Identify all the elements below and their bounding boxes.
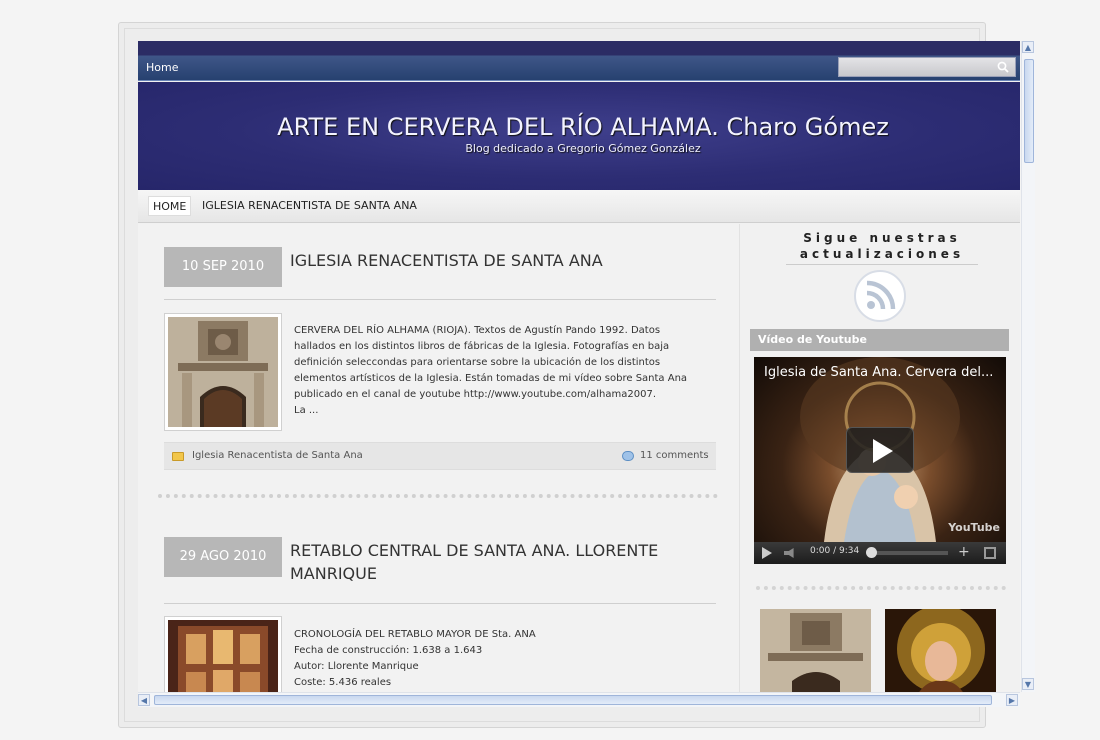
site-description: Blog dedicado a Gregorio Gómez González [465, 142, 701, 155]
play-icon[interactable] [762, 547, 772, 559]
divider [164, 603, 716, 604]
fullscreen-icon[interactable] [984, 547, 996, 559]
rss-icon [866, 280, 896, 310]
youtube-video-player[interactable]: Iglesia de Santa Ana. Cervera del... You… [754, 357, 1006, 564]
video-title[interactable]: Iglesia de Santa Ana. Cervera del... [764, 365, 993, 380]
post-date: 10 SEP 2010 [164, 247, 282, 287]
browser-viewport: Home ARTE EN CERVERA DEL RÍO ALHAMA. Cha… [138, 41, 1020, 692]
divider [164, 299, 716, 300]
sidebar-separator [756, 586, 1006, 590]
scroll-right-icon[interactable]: ▶ [1006, 694, 1018, 706]
post-comments-link[interactable]: 11 comments [640, 450, 709, 461]
search-icon[interactable] [997, 61, 1009, 73]
follow-updates-title: Sigue nuestras actualizaciones [799, 231, 965, 261]
post-category-link[interactable]: Iglesia Renacentista de Santa Ana [192, 450, 363, 461]
post: 29 AGO 2010 RETABLO CENTRAL DE SANTA ANA… [164, 537, 716, 692]
main-column: 10 SEP 2010 IGLESIA RENACENTISTA DE SANT… [138, 224, 740, 692]
scroll-left-icon[interactable]: ◀ [138, 694, 150, 706]
post-excerpt: CRONOLOGÍA DEL RETABLO MAYOR DE Sta. ANA… [294, 629, 536, 688]
divider [786, 264, 978, 265]
rss-feed-button[interactable] [854, 270, 906, 322]
video-controls: 0:00 / 9:34 + [754, 542, 1006, 564]
main-nav: HOME IGLESIA RENACENTISTA DE SANTA ANA [138, 190, 1020, 223]
post: 10 SEP 2010 IGLESIA RENACENTISTA DE SANT… [164, 247, 716, 477]
video-time: 0:00 / 9:34 [810, 546, 860, 556]
plus-icon[interactable]: + [958, 544, 970, 560]
altarpiece-image [168, 620, 278, 692]
vertical-scrollbar[interactable]: ▲ ▼ [1021, 41, 1035, 692]
video-play-button[interactable] [846, 427, 914, 473]
topbar-home-link[interactable]: Home [146, 61, 178, 74]
post-excerpt: CERVERA DEL RÍO ALHAMA (RIOJA). Textos d… [294, 325, 688, 416]
sidebar: Sigue nuestras actualizaciones Vídeo de … [742, 224, 1020, 692]
top-bar: Home [138, 41, 1020, 81]
nav-item-iglesia[interactable]: IGLESIA RENACENTISTA DE SANTA ANA [198, 196, 421, 216]
virgin-statue-image [885, 609, 996, 692]
vertical-scroll-thumb[interactable] [1024, 59, 1034, 163]
horizontal-scroll-thumb[interactable] [154, 695, 992, 705]
blog-header: ARTE EN CERVERA DEL RÍO ALHAMA. Charo Gó… [138, 82, 1020, 190]
scroll-up-icon[interactable]: ▲ [1022, 41, 1034, 53]
post-separator [158, 494, 718, 498]
video-widget-title: Vídeo de Youtube [750, 329, 1009, 351]
video-progress-knob[interactable] [866, 547, 877, 558]
horizontal-scrollbar[interactable]: ◀ ▶ [138, 692, 1020, 707]
gallery-image[interactable] [885, 609, 996, 692]
post-meta-bar: Iglesia Renacentista de Santa Ana 11 com… [164, 442, 716, 470]
play-icon [873, 439, 893, 463]
church-facade-image [760, 609, 871, 692]
nav-item-home[interactable]: HOME [148, 196, 192, 216]
post-date: 29 AGO 2010 [164, 537, 282, 577]
post-thumbnail[interactable] [164, 616, 282, 692]
volume-icon[interactable] [784, 548, 794, 558]
gallery-image[interactable] [760, 609, 871, 692]
post-title[interactable]: IGLESIA RENACENTISTA DE SANTA ANA [290, 249, 700, 272]
comment-icon [622, 451, 634, 461]
folder-icon [172, 452, 184, 461]
post-thumbnail[interactable] [164, 313, 282, 431]
youtube-logo[interactable]: YouTube [948, 521, 1000, 534]
search-input[interactable] [838, 57, 1016, 77]
post-title[interactable]: RETABLO CENTRAL DE SANTA ANA. LLORENTE M… [290, 539, 700, 585]
site-title[interactable]: ARTE EN CERVERA DEL RÍO ALHAMA. Charo Gó… [138, 113, 1020, 141]
scroll-down-icon[interactable]: ▼ [1022, 678, 1034, 690]
video-progress-track[interactable] [870, 551, 948, 555]
church-facade-image [168, 317, 278, 427]
